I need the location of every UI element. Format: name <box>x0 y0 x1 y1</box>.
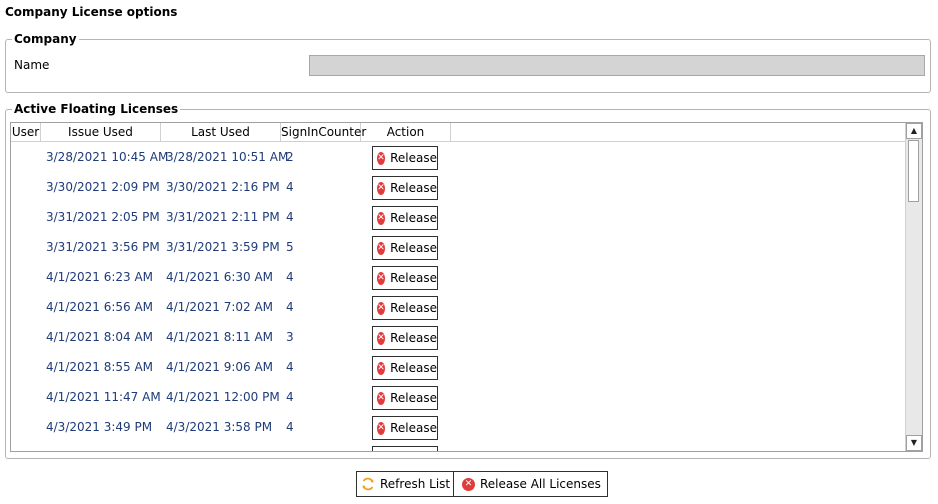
close-circle-icon: ✕ <box>377 211 386 225</box>
cell-issue-used: 4/1/2021 8:55 AM <box>46 360 154 374</box>
release-button[interactable]: ✕ Release <box>372 446 438 453</box>
cell-signin-counter: 4 <box>286 210 294 224</box>
licenses-legend: Active Floating Licenses <box>12 101 181 117</box>
release-button[interactable]: ✕ Release <box>372 176 438 200</box>
cell-issue-used: 4/1/2021 6:23 AM <box>46 270 154 284</box>
release-label: Release <box>390 361 437 375</box>
table-row[interactable]: 4/1/2021 8:55 AM 4/1/2021 9:06 AM 4 ✕ Releas… <box>11 352 911 382</box>
name-label: Name <box>14 58 50 72</box>
cell-last-used: 3/31/2021 3:59 PM <box>166 240 280 254</box>
release-label: Release <box>390 421 437 435</box>
release-button[interactable]: ✕ Release <box>372 386 438 410</box>
release-label: Release <box>390 211 437 225</box>
close-circle-icon: ✕ <box>377 391 386 405</box>
cell-signin-counter: 5 <box>286 240 294 254</box>
table-row[interactable]: 3/31/2021 3:56 PM 3/31/2021 3:59 PM 5 ✕ Rele… <box>11 232 911 262</box>
cell-signin-counter: 4 <box>286 180 294 194</box>
cell-last-used: 4/1/2021 8:11 AM <box>166 330 274 344</box>
scroll-up-icon[interactable]: ▲ <box>906 123 922 139</box>
column-header-user[interactable]: User <box>11 123 41 141</box>
cell-signin-counter: 4 <box>286 420 294 434</box>
release-label: Release <box>390 241 437 255</box>
close-circle-icon: ✕ <box>377 181 386 195</box>
cell-signin-counter: 3 <box>286 330 294 344</box>
column-header-issue-used[interactable]: Issue Used <box>41 123 161 141</box>
grid-body: 3/28/2021 10:45 AM 3/28/2021 10:51 AM 2 ✕ Re… <box>11 142 911 453</box>
cell-signin-counter: 4 <box>286 270 294 284</box>
cell-last-used: 3/28/2021 10:51 AM <box>166 150 289 164</box>
cell-signin-counter: 4 <box>286 300 294 314</box>
refresh-icon <box>361 477 375 491</box>
release-all-label: Release All Licenses <box>480 477 601 491</box>
cell-last-used: 4/1/2021 7:02 AM <box>166 300 274 314</box>
cell-issue-used: 4/1/2021 8:04 AM <box>46 330 154 344</box>
column-header-last-used[interactable]: Last Used <box>161 123 281 141</box>
release-button[interactable]: ✕ Release <box>372 356 438 380</box>
cell-issue-used: 3/31/2021 2:05 PM <box>46 210 160 224</box>
table-row[interactable]: ✕ Release <box>11 442 911 453</box>
cell-last-used: 4/1/2021 9:06 AM <box>166 360 274 374</box>
cell-signin-counter: 4 <box>286 390 294 404</box>
vertical-scrollbar[interactable]: ▲ ▼ <box>905 123 922 451</box>
close-circle-icon: ✕ <box>377 331 386 345</box>
cell-issue-used: 3/28/2021 10:45 AM <box>46 150 169 164</box>
release-all-licenses-button[interactable]: ✕ Release All Licenses <box>453 471 608 497</box>
table-row[interactable]: 3/28/2021 10:45 AM 3/28/2021 10:51 AM 2 ✕ Re… <box>11 142 911 172</box>
release-label: Release <box>390 451 437 452</box>
release-label: Release <box>390 151 437 165</box>
scroll-down-icon[interactable]: ▼ <box>906 435 922 451</box>
close-circle-icon: ✕ <box>377 452 385 453</box>
refresh-list-label: Refresh List <box>380 477 451 491</box>
cell-issue-used: 3/30/2021 2:09 PM <box>46 180 160 194</box>
licenses-grid: User Issue Used Last Used SignInCounter … <box>10 122 923 452</box>
release-label: Release <box>390 331 437 345</box>
refresh-list-button[interactable]: Refresh List <box>356 471 458 497</box>
release-button[interactable]: ✕ Release <box>372 296 438 320</box>
close-circle-icon: ✕ <box>462 477 475 491</box>
close-circle-icon: ✕ <box>377 301 386 315</box>
release-label: Release <box>390 301 437 315</box>
table-row[interactable]: 4/1/2021 6:56 AM 4/1/2021 7:02 AM 4 ✕ Releas… <box>11 292 911 322</box>
cell-signin-counter: 2 <box>286 150 294 164</box>
cell-last-used: 3/30/2021 2:16 PM <box>166 180 280 194</box>
release-button[interactable]: ✕ Release <box>372 266 438 290</box>
cell-last-used: 3/31/2021 2:11 PM <box>166 210 280 224</box>
close-circle-icon: ✕ <box>377 421 386 435</box>
release-label: Release <box>390 271 437 285</box>
column-header-signincounter[interactable]: SignInCounter <box>281 123 366 141</box>
company-legend: Company <box>12 31 79 47</box>
release-button[interactable]: ✕ Release <box>372 146 438 170</box>
close-circle-icon: ✕ <box>377 271 386 285</box>
cell-issue-used: 4/1/2021 11:47 AM <box>46 390 161 404</box>
close-circle-icon: ✕ <box>377 241 386 255</box>
cell-last-used: 4/3/2021 3:58 PM <box>166 420 273 434</box>
close-circle-icon: ✕ <box>377 361 386 375</box>
company-group: Company Name <box>5 31 931 93</box>
release-label: Release <box>390 181 437 195</box>
column-header-action[interactable]: Action <box>361 123 451 141</box>
close-circle-icon: ✕ <box>377 151 386 165</box>
licenses-group: Active Floating Licenses User Issue Used… <box>5 101 931 459</box>
cell-issue-used: 4/3/2021 3:49 PM <box>46 420 153 434</box>
table-row[interactable]: 4/1/2021 8:04 AM 4/1/2021 8:11 AM 3 ✕ Releas… <box>11 322 911 352</box>
release-button[interactable]: ✕ Release <box>372 206 438 230</box>
company-name-field[interactable] <box>309 55 925 76</box>
release-button[interactable]: ✕ Release <box>372 326 438 350</box>
cell-issue-used: 4/1/2021 6:56 AM <box>46 300 154 314</box>
cell-issue-used: 3/31/2021 3:56 PM <box>46 240 160 254</box>
cell-last-used: 4/1/2021 6:30 AM <box>166 270 274 284</box>
page-title: Company License options <box>5 5 178 19</box>
grid-header: User Issue Used Last Used SignInCounter … <box>11 123 911 142</box>
release-label: Release <box>390 391 437 405</box>
release-button[interactable]: ✕ Release <box>372 416 438 440</box>
table-row[interactable]: 3/31/2021 2:05 PM 3/31/2021 2:11 PM 4 ✕ Rele… <box>11 202 911 232</box>
release-button[interactable]: ✕ Release <box>372 236 438 260</box>
table-row[interactable]: 4/3/2021 3:49 PM 4/3/2021 3:58 PM 4 ✕ Releas… <box>11 412 911 442</box>
table-row[interactable]: 4/1/2021 11:47 AM 4/1/2021 12:00 PM 4 ✕ Rele… <box>11 382 911 412</box>
table-row[interactable]: 4/1/2021 6:23 AM 4/1/2021 6:30 AM 4 ✕ Releas… <box>11 262 911 292</box>
cell-last-used: 4/1/2021 12:00 PM <box>166 390 280 404</box>
scroll-thumb[interactable] <box>908 140 919 202</box>
cell-signin-counter: 4 <box>286 360 294 374</box>
table-row[interactable]: 3/30/2021 2:09 PM 3/30/2021 2:16 PM 4 ✕ Rele… <box>11 172 911 202</box>
